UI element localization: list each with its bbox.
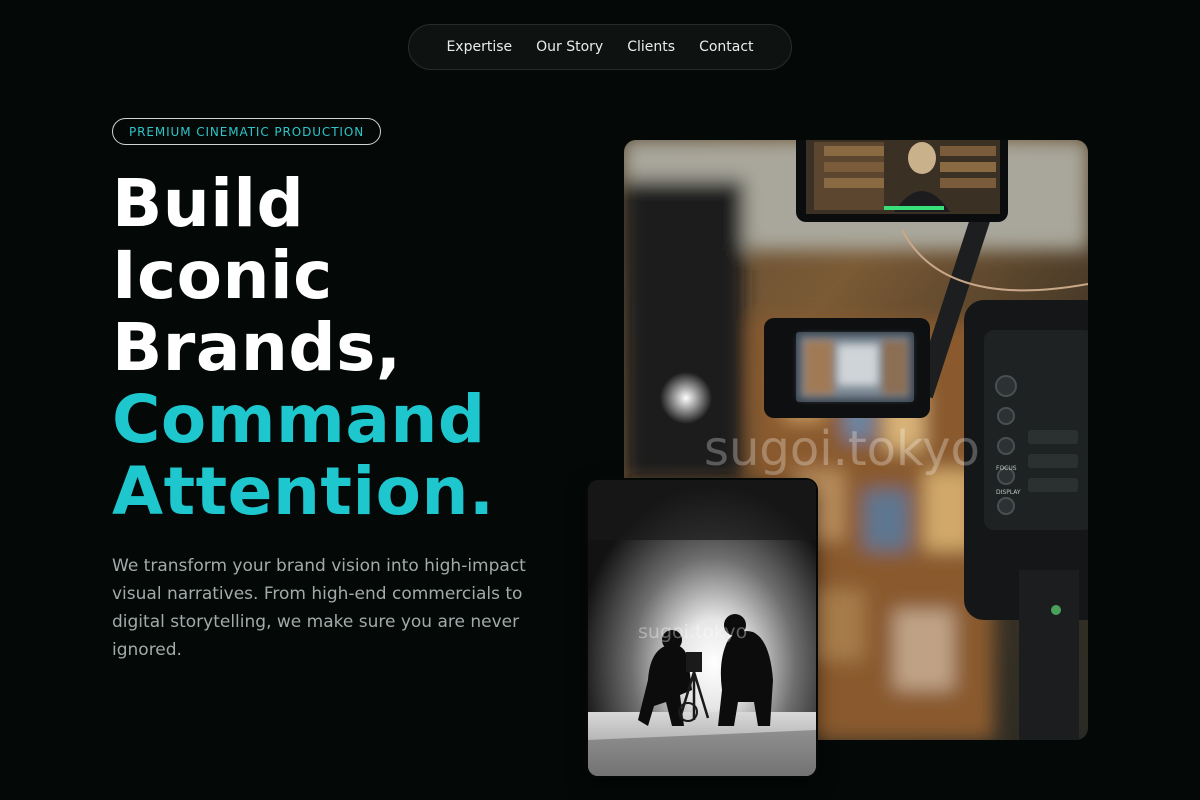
nav-link-clients[interactable]: Clients — [615, 39, 687, 55]
headline-line-3: Brands, — [112, 309, 402, 386]
main-nav: Expertise Our Story Clients Contact — [408, 24, 792, 70]
main-image-watermark: sugoi.tokyo — [704, 421, 980, 477]
nav-link-our-story[interactable]: Our Story — [524, 39, 615, 55]
headline-line-2: Iconic — [112, 237, 333, 314]
headline-accent-line-2: Attention. — [112, 453, 495, 530]
hero-headline: Build Iconic Brands, Command Attention. — [112, 168, 495, 528]
small-image-watermark: sugoi.tokyo — [638, 621, 747, 643]
focus-label: FOCUS — [996, 465, 1017, 472]
headline-accent-line-1: Command — [112, 381, 486, 458]
hero-tag-badge: PREMIUM CINEMATIC PRODUCTION — [112, 118, 382, 145]
hero-description: We transform your brand vision into high… — [112, 556, 526, 660]
headline-line-1: Build — [112, 165, 305, 242]
film-crew-image: sugoi.tokyo — [588, 480, 816, 776]
nav-link-contact[interactable]: Contact — [687, 39, 765, 55]
display-label: DISPLAY — [996, 489, 1021, 496]
nav-link-expertise[interactable]: Expertise — [434, 39, 524, 55]
